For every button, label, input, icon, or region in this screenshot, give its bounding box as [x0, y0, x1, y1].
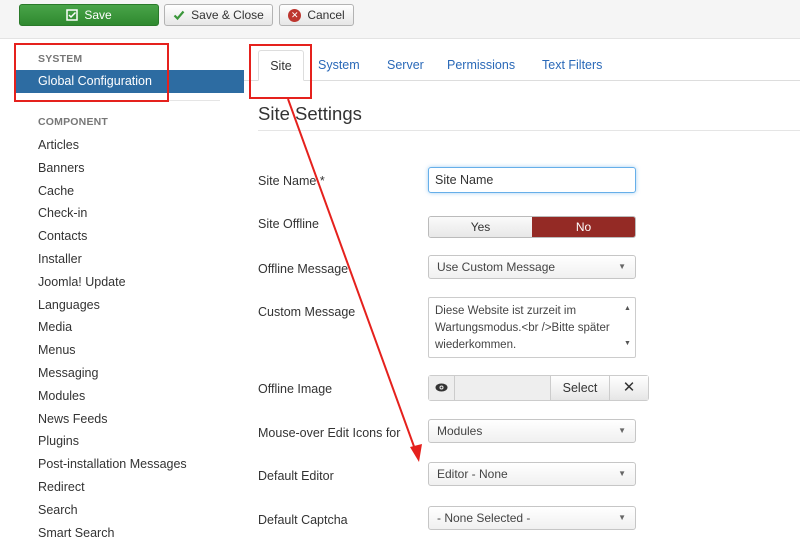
- annotation-arrow-icon: [287, 98, 422, 462]
